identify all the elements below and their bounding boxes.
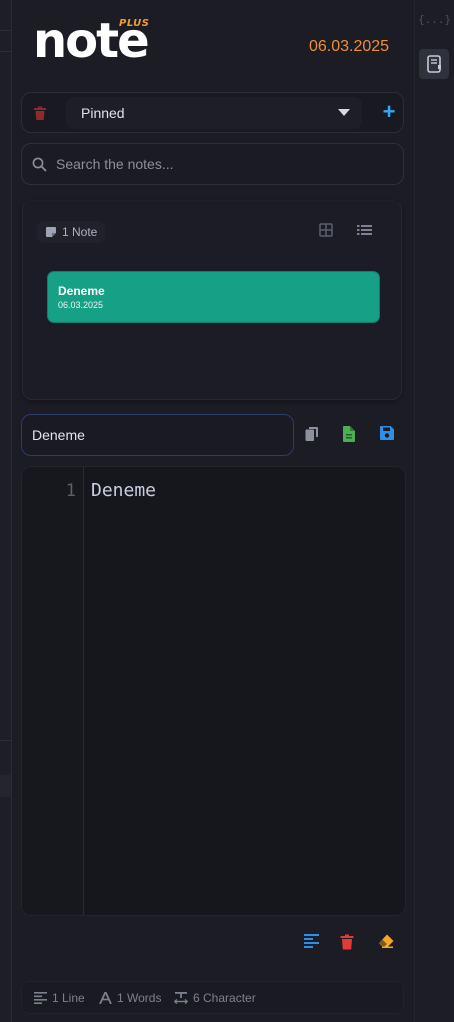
word-count: 1 Words (99, 991, 161, 1005)
grid-view-icon (319, 223, 333, 237)
left-edge-divider (0, 775, 11, 797)
category-select-value: Pinned (81, 105, 125, 121)
note-card-title: Deneme (58, 284, 105, 298)
text-width-icon (174, 992, 188, 1004)
copy-icon (305, 427, 318, 441)
editor-line-text[interactable]: Deneme (91, 480, 156, 501)
delete-note-button[interactable] (340, 934, 357, 951)
delete-category-button[interactable] (30, 103, 50, 123)
chevron-down-icon (338, 109, 350, 116)
app-logo: note PLUS (33, 14, 153, 68)
new-file-button[interactable] (343, 426, 361, 444)
code-editor[interactable]: 1 Deneme (21, 466, 406, 916)
note-icon (46, 227, 56, 237)
header-date: 06.03.2025 (309, 38, 390, 55)
save-icon (380, 426, 394, 440)
note-count-label: 1 Note (62, 225, 98, 239)
note-count-badge: 1 Note (37, 221, 106, 243)
character-count-label: 6 Character (193, 991, 256, 1005)
code-braces-icon[interactable]: {...} (418, 13, 451, 26)
clear-editor-button[interactable] (378, 934, 396, 951)
left-edge-divider (0, 30, 11, 52)
save-button[interactable] (380, 426, 398, 444)
line-count-label: 1 Line (52, 991, 85, 1005)
character-count: 6 Character (174, 991, 256, 1005)
list-view-icon (357, 225, 372, 235)
notebook-icon (427, 55, 441, 73)
left-edge-strip (0, 0, 12, 1022)
right-side-panel: {...} (414, 0, 454, 1022)
lines-icon (34, 992, 47, 1004)
logo-plus-badge: PLUS (119, 18, 150, 29)
format-button[interactable] (304, 934, 321, 951)
eraser-icon (378, 934, 394, 948)
trash-icon (34, 106, 46, 120)
notes-list-panel: 1 Note Deneme 06.03.2025 (22, 200, 402, 400)
category-select-row: Pinned + (21, 92, 404, 133)
grid-view-button[interactable] (319, 223, 333, 242)
status-bar: 1 Line 1 Words 6 Character (21, 981, 404, 1014)
file-icon (343, 426, 355, 442)
word-count-label: 1 Words (117, 991, 162, 1005)
trash-icon (340, 934, 354, 950)
search-input[interactable] (56, 152, 386, 176)
search-icon (32, 157, 47, 172)
note-card[interactable]: Deneme 06.03.2025 (47, 271, 380, 323)
font-icon (99, 992, 112, 1004)
search-bar (21, 143, 404, 185)
line-number: 1 (65, 481, 76, 501)
list-view-button[interactable] (357, 223, 372, 242)
align-left-icon (304, 934, 319, 948)
copy-button[interactable] (305, 426, 323, 444)
line-count: 1 Line (34, 991, 85, 1005)
line-number-gutter: 1 (22, 467, 84, 915)
category-select[interactable]: Pinned (66, 97, 362, 129)
note-title-input[interactable] (21, 414, 294, 456)
add-category-button[interactable]: + (379, 101, 399, 124)
notebook-button[interactable] (419, 49, 449, 79)
note-card-date: 06.03.2025 (58, 300, 104, 310)
